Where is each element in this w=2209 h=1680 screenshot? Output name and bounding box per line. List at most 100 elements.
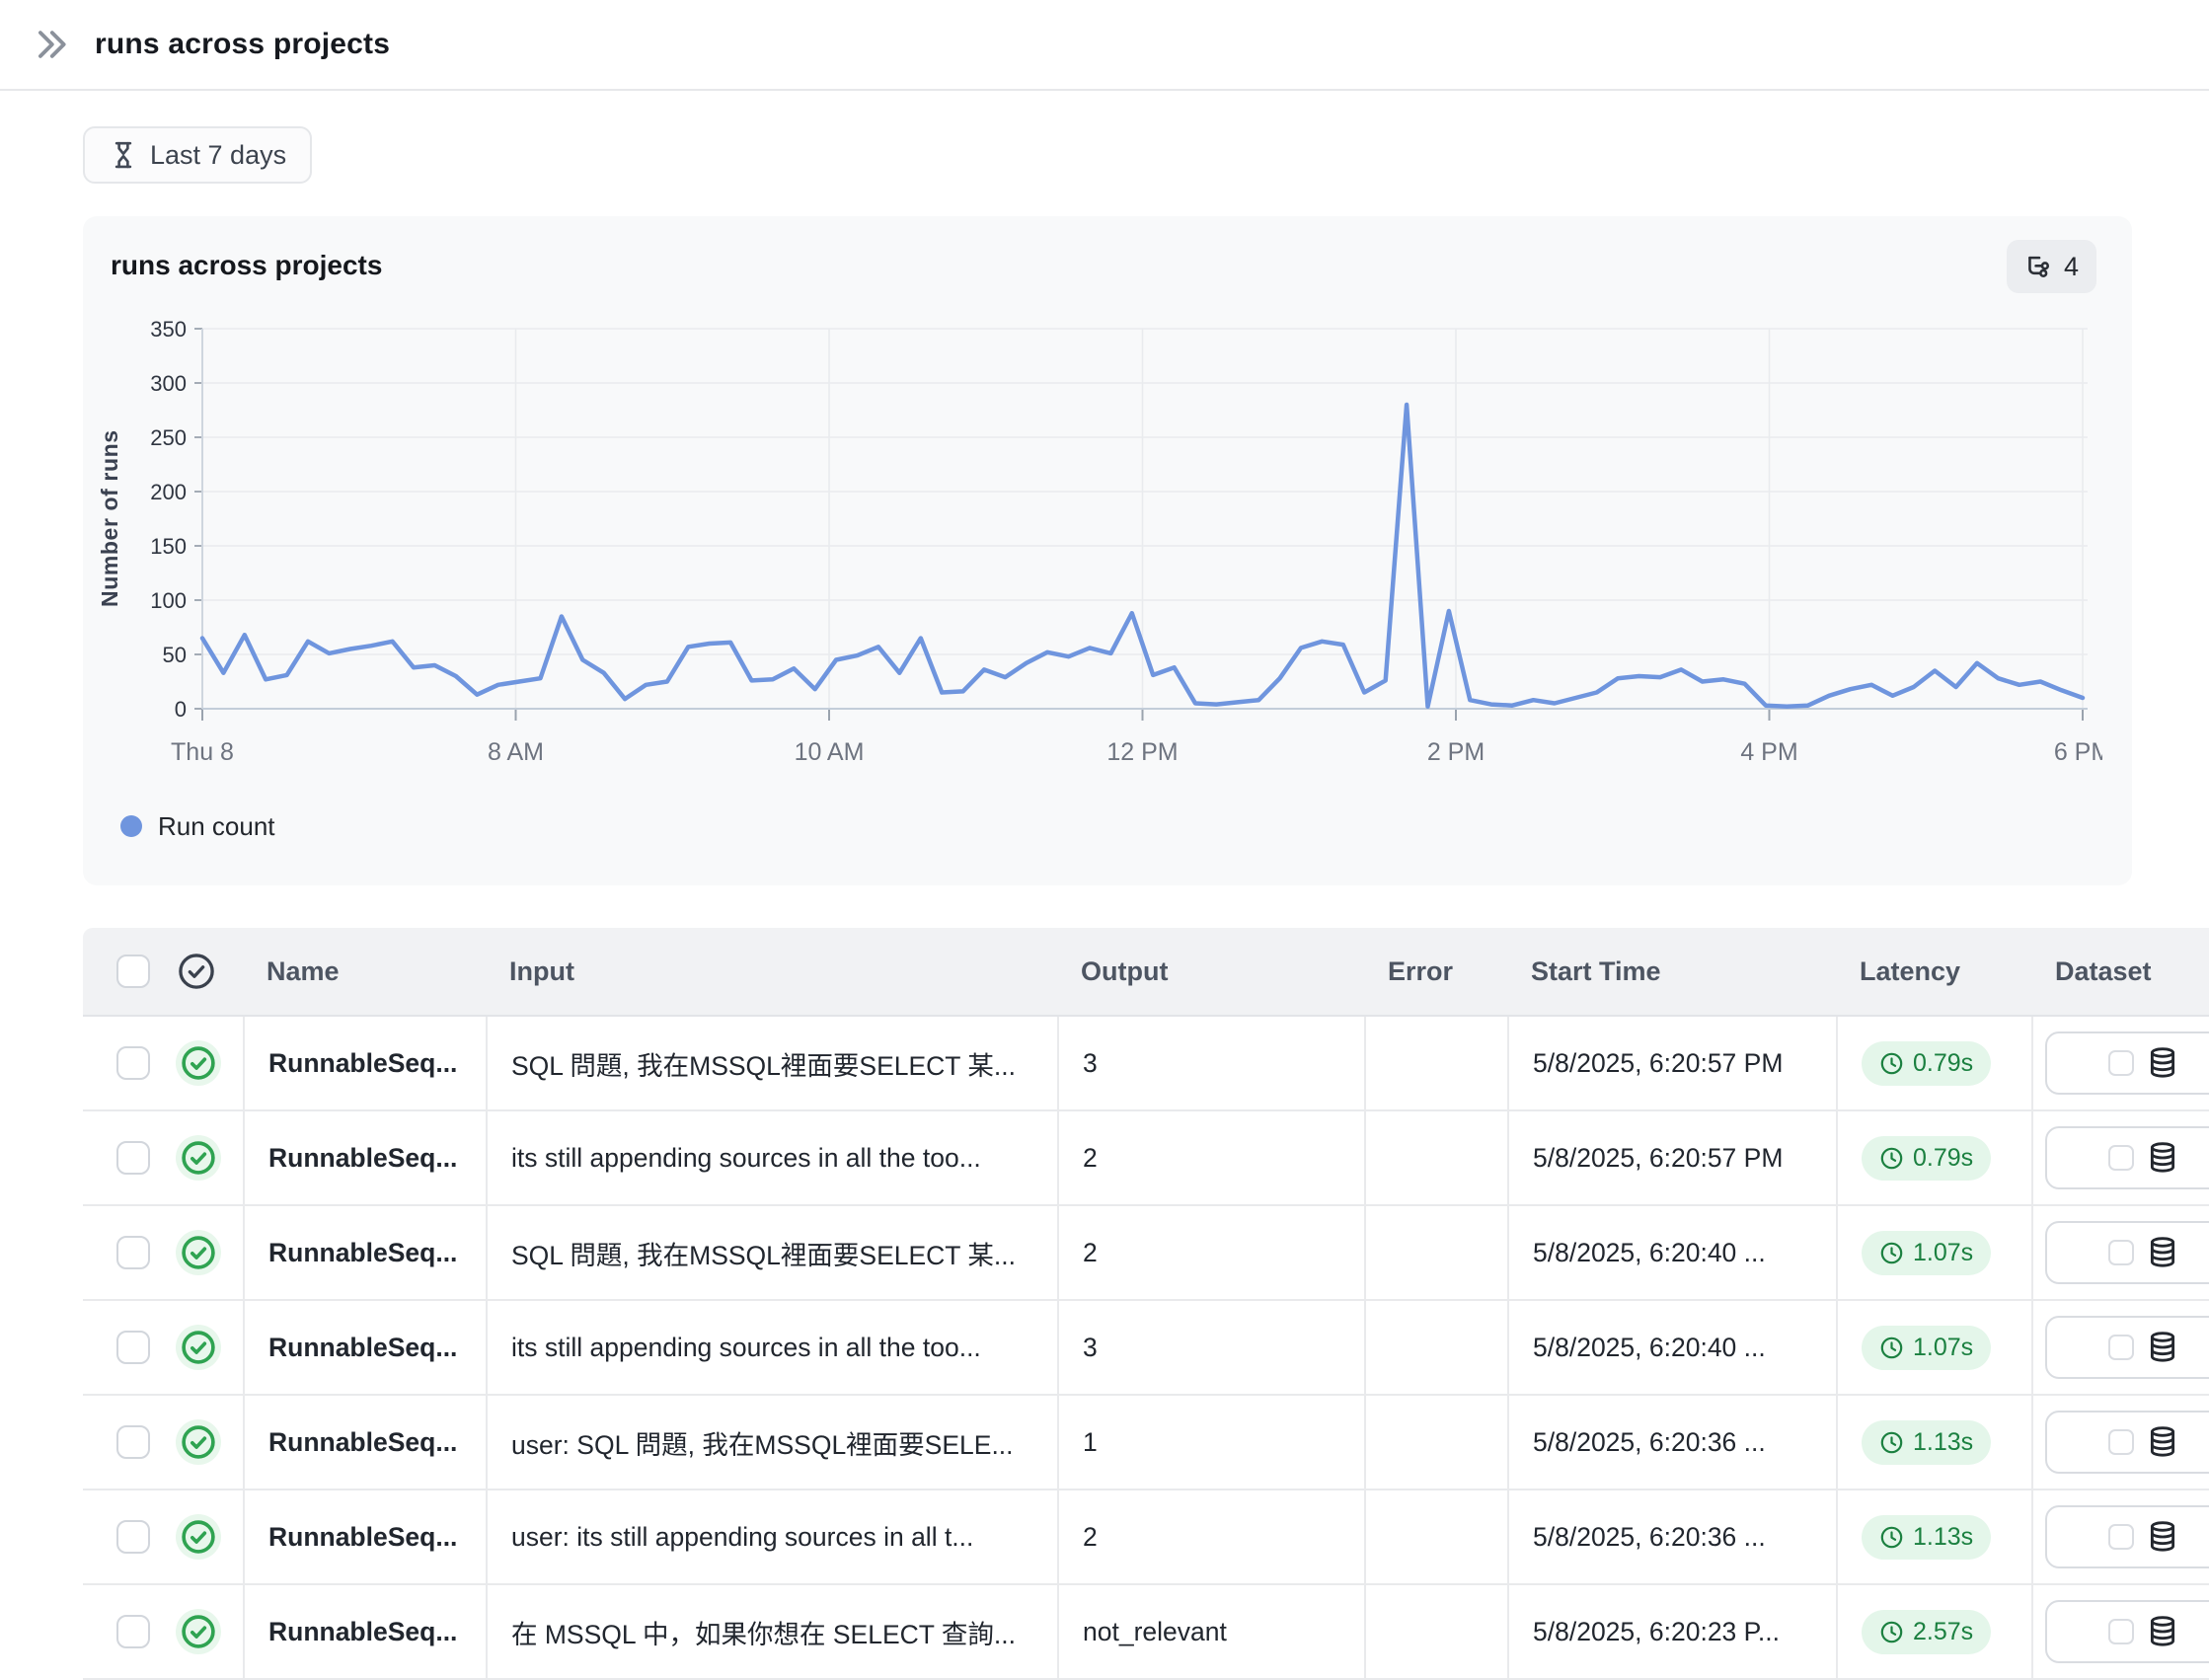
- svg-text:50: 50: [163, 643, 187, 667]
- success-status-icon: [176, 1419, 221, 1465]
- svg-text:6 PM: 6 PM: [2054, 738, 2102, 766]
- add-to-dataset-button[interactable]: [2045, 1600, 2209, 1663]
- clock-icon: [1879, 1146, 1904, 1171]
- run-start-time: 5/8/2025, 6:20:23 P...: [1507, 1585, 1836, 1678]
- run-start-time: 5/8/2025, 6:20:40 ...: [1507, 1301, 1836, 1394]
- add-to-dataset-button[interactable]: [2045, 1316, 2209, 1379]
- latency-value: 0.79s: [1913, 1049, 1973, 1078]
- column-header-error: Error: [1364, 928, 1507, 1015]
- clock-icon: [1879, 1525, 1904, 1550]
- row-checkbox[interactable]: [116, 1236, 150, 1269]
- table-header: Name Input Output Error Start Time Laten…: [83, 928, 2209, 1017]
- run-error: [1364, 1017, 1507, 1109]
- run-count-chart[interactable]: 050100150200250300350Thu 88 AM10 AM12 PM…: [109, 316, 2102, 770]
- dataset-checkbox-icon: [2108, 1524, 2134, 1550]
- page-title: runs across projects: [95, 28, 390, 61]
- column-header-input: Input: [486, 928, 1057, 1015]
- svg-text:350: 350: [150, 317, 187, 342]
- add-to-dataset-button[interactable]: [2045, 1411, 2209, 1474]
- row-checkbox[interactable]: [116, 1046, 150, 1080]
- row-checkbox[interactable]: [116, 1520, 150, 1554]
- add-to-dataset-button[interactable]: [2045, 1505, 2209, 1568]
- run-output: not_relevant: [1057, 1585, 1364, 1678]
- run-error: [1364, 1111, 1507, 1204]
- latency-badge: 0.79s: [1862, 1041, 1991, 1086]
- database-icon: [2146, 1615, 2179, 1648]
- dataset-checkbox-icon: [2108, 1335, 2134, 1360]
- collapse-sidebar-button[interactable]: [30, 23, 73, 66]
- run-start-time: 5/8/2025, 6:20:40 ...: [1507, 1206, 1836, 1299]
- runs-table: Name Input Output Error Start Time Laten…: [83, 928, 2209, 1680]
- run-start-time: 5/8/2025, 6:20:36 ...: [1507, 1396, 1836, 1489]
- column-header-start-time: Start Time: [1507, 928, 1836, 1015]
- column-header-latency: Latency: [1836, 928, 2031, 1015]
- dataset-checkbox-icon: [2108, 1429, 2134, 1455]
- run-input: 在 MSSQL 中，如果你想在 SELECT 查詢...: [486, 1585, 1057, 1678]
- svg-text:300: 300: [150, 371, 187, 396]
- run-tree-badge[interactable]: 4: [2007, 240, 2096, 293]
- run-input: user: SQL 問題, 我在MSSQL裡面要SELE...: [486, 1396, 1057, 1489]
- success-status-icon: [176, 1230, 221, 1275]
- row-checkbox[interactable]: [116, 1615, 150, 1648]
- run-input: SQL 問題, 我在MSSQL裡面要SELECT 某...: [486, 1206, 1057, 1299]
- svg-text:150: 150: [150, 534, 187, 559]
- latency-value: 1.07s: [1913, 1239, 1973, 1267]
- database-icon: [2146, 1425, 2179, 1459]
- run-name-link[interactable]: RunnableSeq...: [268, 1143, 457, 1174]
- svg-text:100: 100: [150, 588, 187, 613]
- database-icon: [2146, 1520, 2179, 1554]
- double-chevron-right-icon: [33, 26, 70, 63]
- svg-text:2 PM: 2 PM: [1427, 738, 1485, 766]
- run-output: 2: [1057, 1206, 1364, 1299]
- chart-title: runs across projects: [111, 250, 382, 281]
- add-to-dataset-button[interactable]: [2045, 1031, 2209, 1095]
- run-input: user: its still appending sources in all…: [486, 1490, 1057, 1583]
- svg-text:4 PM: 4 PM: [1740, 738, 1797, 766]
- add-to-dataset-button[interactable]: [2045, 1221, 2209, 1284]
- run-name-link[interactable]: RunnableSeq...: [268, 1333, 457, 1363]
- run-start-time: 5/8/2025, 6:20:36 ...: [1507, 1490, 1836, 1583]
- success-status-icon: [176, 1135, 221, 1181]
- run-error: [1364, 1585, 1507, 1678]
- success-status-icon: [176, 1514, 221, 1560]
- run-output: 1: [1057, 1396, 1364, 1489]
- run-error: [1364, 1206, 1507, 1299]
- tree-structure-icon: [2024, 252, 2054, 281]
- row-checkbox[interactable]: [116, 1425, 150, 1459]
- run-name-link[interactable]: RunnableSeq...: [268, 1048, 457, 1079]
- table-row: RunnableSeq... SQL 問題, 我在MSSQL裡面要SELECT …: [83, 1206, 2209, 1301]
- clock-icon: [1879, 1336, 1904, 1360]
- svg-text:10 AM: 10 AM: [795, 738, 865, 766]
- run-error: [1364, 1396, 1507, 1489]
- database-icon: [2146, 1236, 2179, 1269]
- run-name-link[interactable]: RunnableSeq...: [268, 1522, 457, 1553]
- run-name-link[interactable]: RunnableSeq...: [268, 1238, 457, 1268]
- column-header-dataset: Dataset: [2031, 928, 2209, 1015]
- run-name-link[interactable]: RunnableSeq...: [268, 1427, 457, 1458]
- run-error: [1364, 1490, 1507, 1583]
- add-to-dataset-button[interactable]: [2045, 1126, 2209, 1189]
- table-row: RunnableSeq... 在 MSSQL 中，如果你想在 SELECT 查詢…: [83, 1585, 2209, 1680]
- run-output: 2: [1057, 1111, 1364, 1204]
- latency-badge: 1.13s: [1862, 1420, 1991, 1465]
- run-name-link[interactable]: RunnableSeq...: [268, 1617, 457, 1647]
- chart-panel: runs across projects 4 Number of runs 05…: [83, 216, 2132, 885]
- latency-badge: 1.07s: [1862, 1326, 1991, 1370]
- chart-legend: Run count: [120, 804, 275, 848]
- time-range-filter-button[interactable]: Last 7 days: [83, 126, 312, 184]
- success-status-icon: [176, 1609, 221, 1654]
- select-all-checkbox[interactable]: [116, 955, 150, 988]
- dataset-checkbox-icon: [2108, 1050, 2134, 1076]
- status-filter-icon[interactable]: [176, 951, 217, 992]
- row-checkbox[interactable]: [116, 1331, 150, 1364]
- table-row: RunnableSeq... SQL 問題, 我在MSSQL裡面要SELECT …: [83, 1017, 2209, 1111]
- latency-value: 1.07s: [1913, 1334, 1973, 1362]
- latency-badge: 1.07s: [1862, 1231, 1991, 1275]
- run-input: SQL 問題, 我在MSSQL裡面要SELECT 某...: [486, 1017, 1057, 1109]
- run-error: [1364, 1301, 1507, 1394]
- database-icon: [2146, 1046, 2179, 1080]
- row-checkbox[interactable]: [116, 1141, 150, 1175]
- latency-value: 1.13s: [1913, 1428, 1973, 1457]
- table-row: RunnableSeq... user: its still appending…: [83, 1490, 2209, 1585]
- svg-text:12 PM: 12 PM: [1106, 738, 1178, 766]
